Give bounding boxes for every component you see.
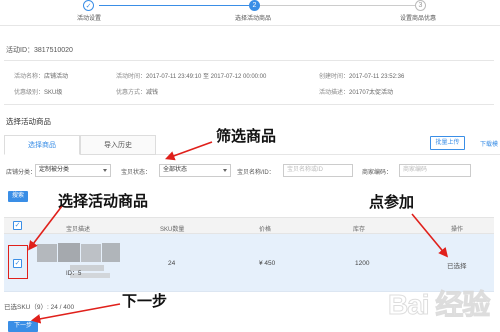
annotation-filter-products: 筛选商品 bbox=[216, 128, 277, 145]
annotation-next-step: 下一步 bbox=[122, 293, 168, 310]
arrow-to-status-filter bbox=[164, 141, 213, 161]
baidu-watermark: Bai 经验 bbox=[387, 289, 490, 321]
arrow-to-status bbox=[411, 213, 449, 258]
annotation-select-products: 选择活动商品 bbox=[58, 193, 149, 210]
arrow-to-checkbox bbox=[28, 205, 63, 251]
arrow-to-next-button bbox=[30, 303, 121, 324]
annotation-click-join: 点参加 bbox=[369, 194, 415, 211]
